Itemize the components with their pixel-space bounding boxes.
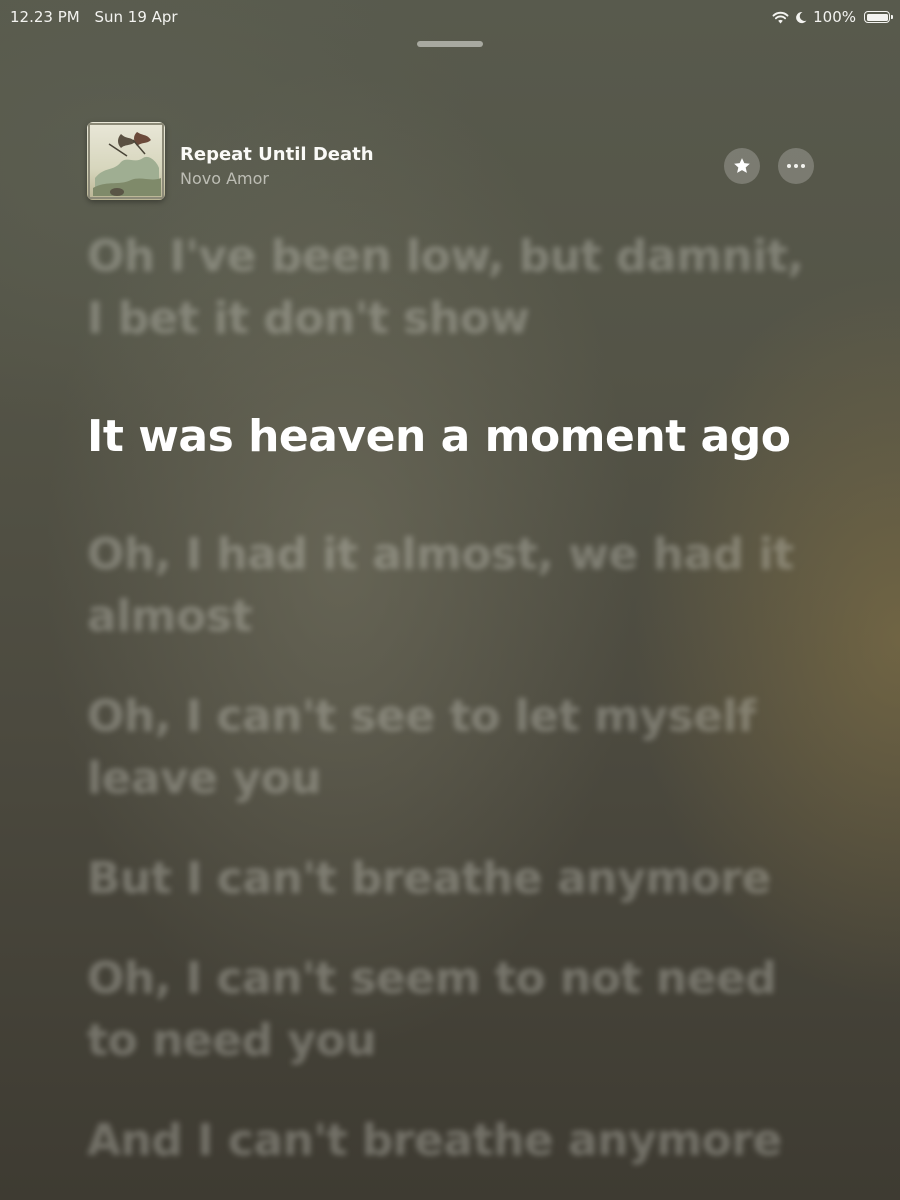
status-time: 12.23 PM: [10, 8, 80, 26]
lyric-line[interactable]: Oh, I can't seem to not need to need you: [87, 948, 807, 1072]
battery-percent: 100%: [813, 8, 856, 26]
album-artwork[interactable]: [87, 122, 165, 200]
lyrics-view[interactable]: Oh I've been low, but damnit, I bet it d…: [87, 226, 807, 1172]
status-right: 100%: [772, 8, 893, 26]
lyric-line[interactable]: Oh I've been low, but damnit, I bet it d…: [87, 226, 807, 350]
sheet-grabber-handle[interactable]: [417, 41, 483, 47]
battery-icon: [864, 11, 893, 23]
now-playing-header: Repeat Until Death Novo Amor: [87, 122, 814, 202]
status-date: Sun 19 Apr: [94, 8, 178, 26]
star-icon: [734, 158, 750, 173]
moon-icon: [796, 11, 807, 23]
track-title: Repeat Until Death: [180, 144, 374, 165]
track-artist[interactable]: Novo Amor: [180, 169, 374, 188]
lyric-line[interactable]: But I can't breathe anymore: [87, 848, 807, 910]
favorite-button[interactable]: [724, 148, 760, 184]
wifi-icon: [772, 11, 789, 23]
status-bar: 12.23 PM Sun 19 Apr 100%: [0, 0, 900, 34]
more-icon: [787, 164, 805, 168]
lyric-line[interactable]: Oh, I had it almost, we had it almost: [87, 524, 807, 648]
status-left: 12.23 PM Sun 19 Apr: [10, 8, 188, 26]
more-options-button[interactable]: [778, 148, 814, 184]
lyric-line[interactable]: And I can't breathe anymore: [87, 1110, 807, 1172]
lyric-line-current[interactable]: It was heaven a moment ago: [87, 406, 807, 468]
track-info[interactable]: Repeat Until Death Novo Amor: [180, 144, 374, 188]
lyric-line[interactable]: Oh, I can't see to let myself leave you: [87, 686, 807, 810]
album-artwork-image: [87, 122, 165, 200]
